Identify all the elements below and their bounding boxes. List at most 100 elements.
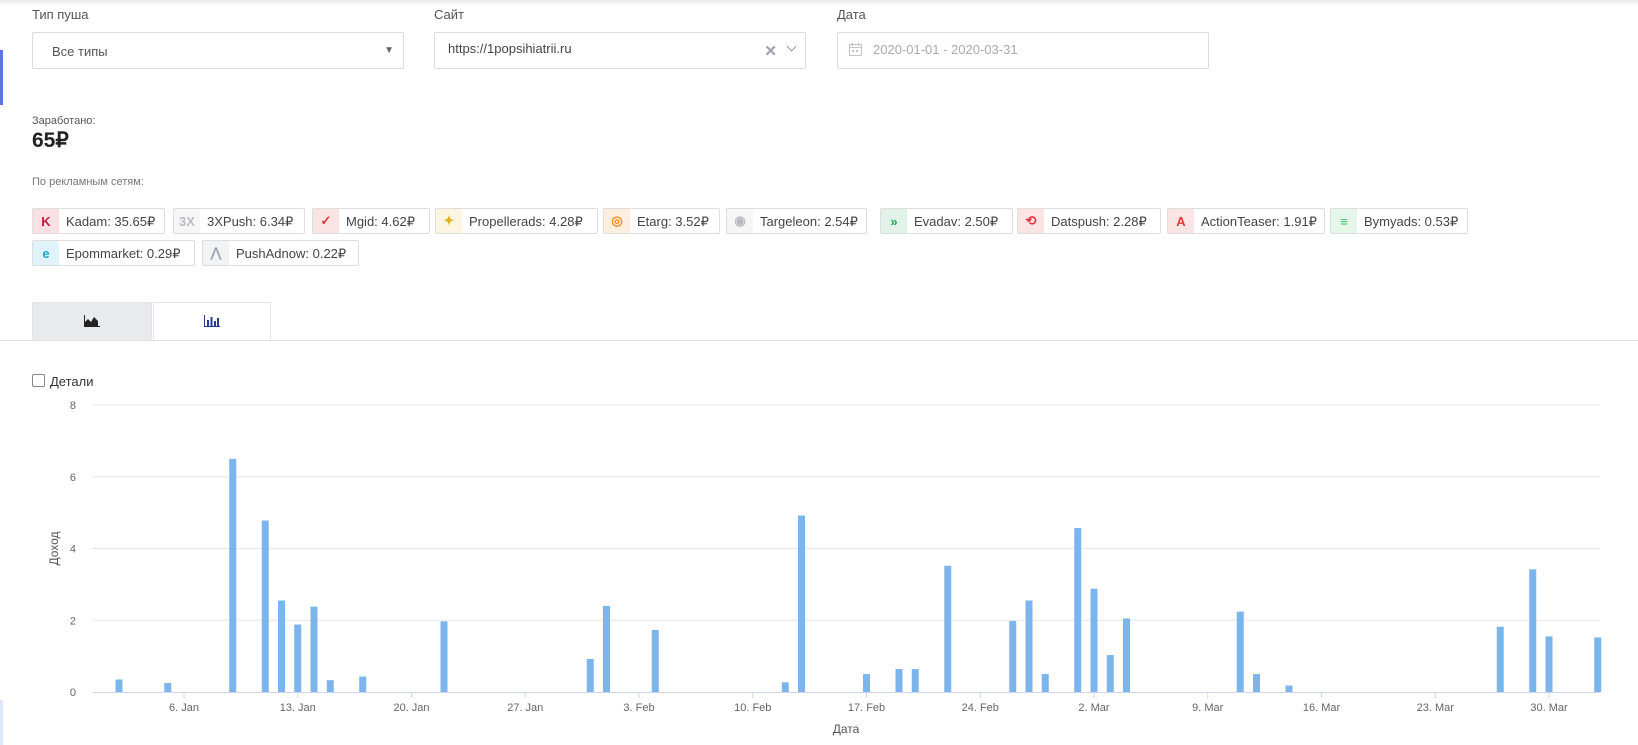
area-chart-icon — [84, 315, 100, 327]
x-tick-label: 3. Feb — [623, 702, 654, 714]
x-tick-label: 30. Mar — [1530, 702, 1568, 714]
actionteaser-logo-icon: A — [1168, 209, 1194, 233]
bar — [1106, 655, 1114, 692]
3xpush-logo-icon: 3X — [174, 209, 200, 233]
site-select[interactable]: https://1popsihiatrii.ru ✕ — [434, 32, 806, 69]
y-tick-label: 0 — [70, 687, 76, 699]
network-chip-bymyads: ≡ Bymyads: 0.53₽ — [1330, 208, 1468, 234]
evadav-logo-icon: » — [881, 209, 907, 233]
bar — [603, 605, 610, 692]
kadam-logo-icon: K — [33, 209, 59, 233]
site-label: Сайт — [434, 7, 464, 22]
tab-divider — [0, 340, 1638, 341]
date-label: Дата — [837, 7, 866, 22]
y-tick-label: 2 — [70, 615, 76, 627]
caret-down-icon: ▼ — [384, 45, 394, 56]
network-chip-kadam: K Kadam: 35.65₽ — [32, 208, 165, 234]
network-chip-label: Kadam: 35.65₽ — [66, 214, 156, 229]
network-chip-pushadnow: ⋀ PushAdnow: 0.22₽ — [202, 240, 359, 266]
network-chip-targeleon: ◉ Targeleon: 2.54₽ — [726, 208, 867, 234]
x-tick-label: 23. Mar — [1417, 702, 1455, 714]
details-label: Детали — [50, 374, 94, 389]
network-chip-mgid: ✓ Mgid: 4.62₽ — [312, 208, 430, 234]
network-chip-label: Datspush: 2.28₽ — [1051, 214, 1147, 229]
calendar-icon — [849, 43, 862, 56]
network-chip-evadav: » Evadav: 2.50₽ — [880, 208, 1013, 234]
sidebar-active-marker — [0, 50, 3, 105]
bar — [586, 658, 594, 692]
push-type-value: Все типы — [52, 44, 108, 59]
top-shadow — [0, 0, 1638, 6]
bar — [863, 674, 870, 692]
bar — [1123, 618, 1130, 692]
network-chip-label: Targeleon: 2.54₽ — [760, 214, 858, 229]
bar — [1496, 626, 1504, 692]
mgid-logo-icon: ✓ — [313, 209, 339, 233]
bar — [261, 520, 269, 692]
network-chip-label: 3XPush: 6.34₽ — [207, 214, 294, 229]
network-chip-etarg: ◎ Etarg: 3.52₽ — [603, 208, 720, 234]
bar — [798, 515, 805, 692]
bar — [440, 621, 448, 692]
x-tick-label: 2. Mar — [1078, 702, 1110, 714]
x-tick-label: 24. Feb — [962, 702, 999, 714]
chevron-down-icon[interactable] — [786, 41, 797, 52]
date-range-value: 2020-01-01 - 2020-03-31 — [873, 42, 1018, 57]
bymyads-logo-icon: ≡ — [1331, 209, 1357, 233]
bar — [1529, 569, 1537, 692]
bar-chart-icon — [204, 315, 220, 327]
bar — [310, 606, 318, 692]
network-chip-label: ActionTeaser: 1.91₽ — [1201, 214, 1317, 229]
bar — [1253, 674, 1260, 692]
bar — [1025, 600, 1033, 692]
bar — [1074, 528, 1082, 692]
y-tick-label: 8 — [70, 400, 76, 412]
earned-label: Заработано: — [32, 115, 96, 127]
bar — [1285, 685, 1293, 692]
network-chip-label: Evadav: 2.50₽ — [914, 214, 999, 229]
y-axis-title: Доход — [47, 531, 61, 565]
network-chip-label: Bymyads: 0.53₽ — [1364, 214, 1459, 229]
bar — [1236, 611, 1244, 692]
checkbox-box[interactable] — [32, 374, 45, 387]
x-tick-label: 6. Jan — [169, 702, 199, 714]
bar — [294, 624, 302, 692]
bar — [1090, 588, 1098, 692]
etarg-logo-icon: ◎ — [604, 209, 630, 233]
earned-value: 65₽ — [32, 129, 69, 152]
network-chip-label: Mgid: 4.62₽ — [346, 214, 415, 229]
x-tick-label: 9. Mar — [1192, 702, 1224, 714]
date-range-field[interactable]: 2020-01-01 - 2020-03-31 — [837, 32, 1209, 69]
income-bar-chart: 0 2 4 6 8 6. Jan 13. Jan 20. Jan 27. Jan 3. Feb 10… — [47, 400, 1602, 736]
network-chip-3xpush: 3X 3XPush: 6.34₽ — [173, 208, 305, 234]
tab-bar-chart[interactable] — [153, 302, 271, 341]
bar — [229, 458, 237, 692]
tab-area-chart[interactable] — [32, 302, 152, 341]
push-type-select[interactable]: Все типы ▼ — [32, 32, 404, 69]
clear-icon[interactable]: ✕ — [764, 42, 777, 60]
bar — [651, 629, 659, 692]
epommarket-logo-icon: e — [33, 241, 59, 265]
network-chip-epommarket: e Epommarket: 0.29₽ — [32, 240, 195, 266]
bar — [1545, 636, 1553, 692]
bar — [164, 683, 172, 692]
bar — [1009, 620, 1017, 692]
network-chip-label: Epommarket: 0.29₽ — [66, 246, 181, 261]
bar — [895, 669, 903, 692]
network-chip-label: Propellerads: 4.28₽ — [469, 214, 583, 229]
y-tick-label: 6 — [70, 472, 76, 484]
x-tick-label: 27. Jan — [507, 702, 543, 714]
bar — [278, 600, 285, 692]
x-axis-title: Дата — [833, 722, 860, 736]
push-type-label: Тип пуша — [32, 7, 89, 22]
bar — [911, 669, 919, 692]
bar — [115, 679, 123, 692]
details-checkbox[interactable]: Детали — [32, 374, 94, 389]
x-tick-label: 13. Jan — [280, 702, 316, 714]
targeleon-logo-icon: ◉ — [727, 209, 753, 233]
bar — [359, 676, 367, 692]
networks-label: По рекламным сетям: — [32, 176, 144, 188]
network-chip-label: PushAdnow: 0.22₽ — [236, 246, 347, 261]
x-tick-label: 17. Feb — [848, 702, 885, 714]
network-chip-label: Etarg: 3.52₽ — [637, 214, 709, 229]
